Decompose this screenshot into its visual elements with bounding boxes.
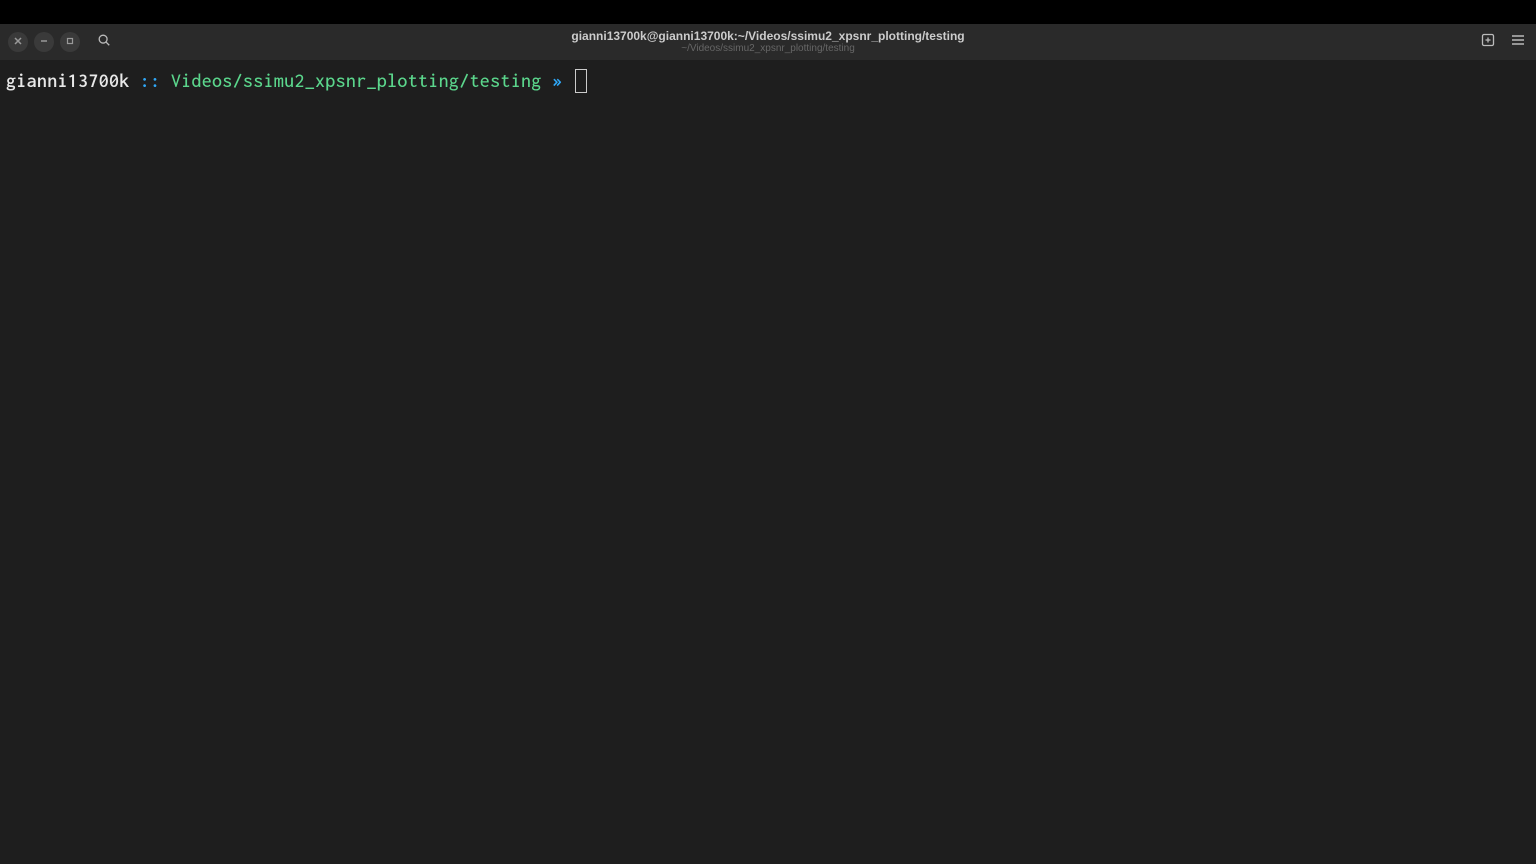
window-title-sub: ~/Videos/ssimu2_xpsnr_plotting/testing <box>681 43 855 55</box>
maximize-button[interactable] <box>60 32 80 52</box>
search-icon <box>97 33 111 51</box>
close-button[interactable] <box>8 32 28 52</box>
menu-button[interactable] <box>1508 32 1528 52</box>
terminal-area[interactable]: gianni13700k :: Videos/ssimu2_xpsnr_plot… <box>0 60 1536 864</box>
menu-icon <box>1510 32 1526 52</box>
prompt-separator: :: <box>130 68 171 94</box>
maximize-icon <box>65 36 75 48</box>
prompt-arrow: » <box>542 68 573 94</box>
prompt-path: Videos/ssimu2_xpsnr_plotting/testing <box>171 68 542 94</box>
prompt-line: gianni13700k :: Videos/ssimu2_xpsnr_plot… <box>6 68 1530 94</box>
new-tab-button[interactable] <box>1478 32 1498 52</box>
titlebar-actions <box>1478 32 1528 52</box>
window-title-main: gianni13700k@gianni13700k:~/Videos/ssimu… <box>571 29 964 43</box>
window-controls <box>8 30 116 54</box>
close-icon <box>13 36 23 48</box>
minimize-icon <box>39 36 49 48</box>
window-top-spacer <box>0 0 1536 24</box>
search-button[interactable] <box>92 30 116 54</box>
titlebar: gianni13700k@gianni13700k:~/Videos/ssimu… <box>0 24 1536 60</box>
minimize-button[interactable] <box>34 32 54 52</box>
new-tab-icon <box>1480 32 1496 52</box>
prompt-user: gianni13700k <box>6 68 130 94</box>
cursor <box>575 69 587 93</box>
titlebar-title: gianni13700k@gianni13700k:~/Videos/ssimu… <box>571 29 964 55</box>
